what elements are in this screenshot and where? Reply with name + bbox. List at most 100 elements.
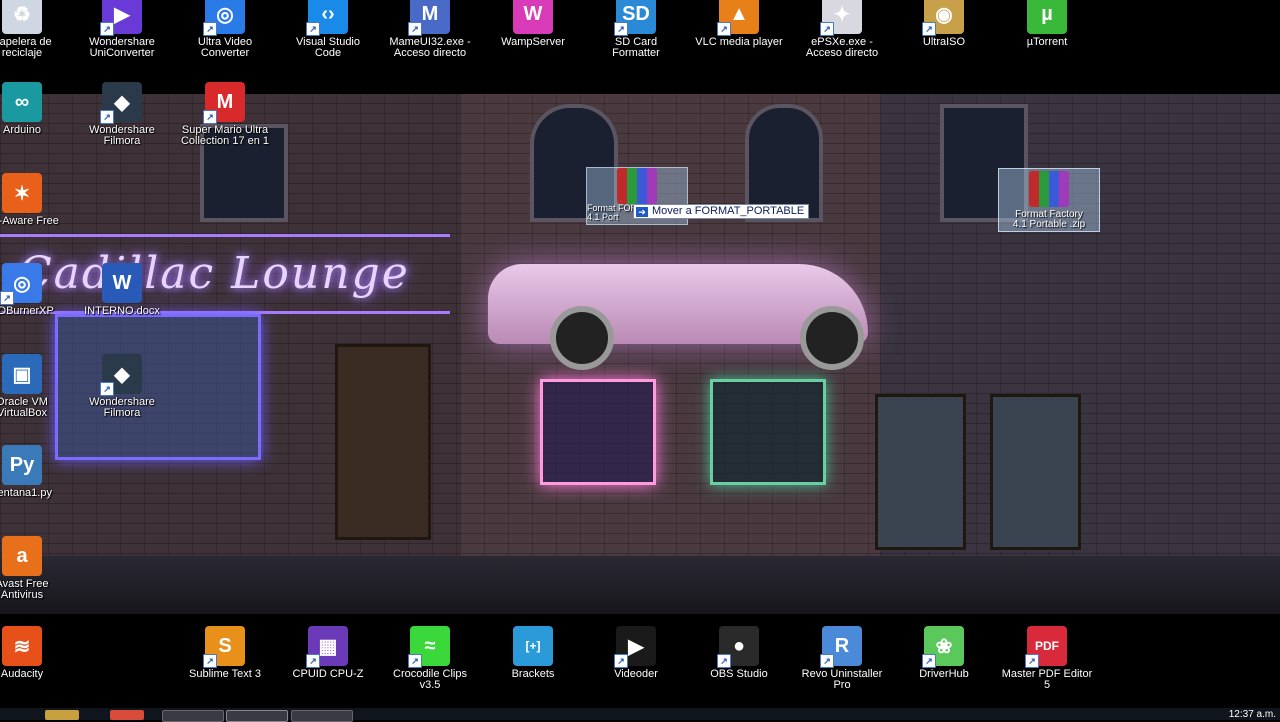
desktop-icon-epsxe[interactable]: ✦ ↗ ePSXe.exe - Acceso directo bbox=[792, 0, 892, 59]
brackets-icon: [+] bbox=[513, 626, 553, 666]
desktop-icon-obs[interactable]: ● ↗ OBS Studio bbox=[689, 626, 789, 680]
desktop-icon-revo[interactable]: R ↗ Revo Uninstaller Pro bbox=[792, 626, 892, 691]
taskbar-opera-button[interactable] bbox=[162, 710, 224, 722]
desktop-icon-filmora2[interactable]: ◆ ↗ Wondershare Filmora bbox=[72, 354, 172, 419]
winrar-archive-icon bbox=[617, 168, 657, 204]
desktop-icon-label: Sublime Text 3 bbox=[189, 668, 261, 680]
desktop-icon-label: Brackets bbox=[511, 668, 555, 680]
crocodile-icon: ≈ ↗ bbox=[408, 626, 450, 668]
uniconverter-icon: ▶ ↗ bbox=[100, 0, 142, 36]
desktop-icon-arduino[interactable]: ∞ Arduino bbox=[0, 82, 72, 136]
shortcut-arrow-icon: ↗ bbox=[614, 654, 628, 668]
desktop-icon-ultravideo[interactable]: ◎ ↗ Ultra Video Converter bbox=[175, 0, 275, 59]
vscode-icon: ‹› ↗ bbox=[306, 0, 348, 36]
desktop-icon-label: INTERNO.docx bbox=[84, 305, 160, 317]
shortcut-arrow-icon: ↗ bbox=[408, 654, 422, 668]
desktop-icon-adaware[interactable]: ✶ Ad-Aware Free bbox=[0, 173, 72, 227]
shortcut-arrow-icon: ↗ bbox=[203, 22, 217, 36]
desktop-icon-format-factory-zip[interactable]: Format Factory 4.1 Portable .zip bbox=[998, 168, 1100, 232]
taskbar-folder-button[interactable] bbox=[45, 710, 79, 720]
filmora2-icon: ◆ ↗ bbox=[100, 354, 142, 396]
utorrent-icon: µ bbox=[1027, 0, 1067, 34]
desktop-icon-recycle[interactable]: ♻Papelera de reciclaje bbox=[0, 0, 72, 59]
recycle-icon: ♻ bbox=[2, 0, 42, 34]
desktop-icon-utorrent[interactable]: µ µTorrent bbox=[997, 0, 1097, 48]
desktop-icon-burnerxp[interactable]: ◎↗CDBurnerXP bbox=[0, 263, 72, 317]
live-bands-window bbox=[540, 379, 656, 485]
arduino-icon: ∞ bbox=[2, 82, 42, 122]
move-arrow-icon: ➜ bbox=[636, 206, 648, 217]
shortcut-arrow-icon: ↗ bbox=[203, 654, 217, 668]
shortcut-arrow-icon: ↗ bbox=[0, 291, 14, 305]
winrar-archive-icon bbox=[1029, 171, 1069, 207]
virtualbox-icon: ▣ bbox=[2, 354, 42, 394]
desktop-icon-virtualbox[interactable]: ▣ Oracle VM VirtualBox bbox=[0, 354, 72, 419]
desktop-icon-label: DriverHub bbox=[919, 668, 969, 680]
door-far-right bbox=[990, 394, 1081, 550]
desktop-icon-label: SD Card Formatter bbox=[612, 36, 660, 59]
ventana-icon: Py bbox=[2, 445, 42, 485]
taskbar-chrome-button[interactable] bbox=[110, 710, 144, 720]
shortcut-arrow-icon: ↗ bbox=[717, 654, 731, 668]
desktop-icon-audacity[interactable]: ≋ Audacity bbox=[0, 626, 72, 680]
desktop-icon-label: WampServer bbox=[501, 36, 565, 48]
shortcut-arrow-icon: ↗ bbox=[203, 110, 217, 124]
masterpdf-icon: PDF ↗ bbox=[1025, 626, 1067, 668]
desktop-icon-uniconverter[interactable]: ▶ ↗ Wondershare UniConverter bbox=[72, 0, 172, 59]
selected-icon-label: Format Factory 4.1 Portable .zip bbox=[1012, 209, 1086, 230]
desktop-icon-wamp[interactable]: W WampServer bbox=[483, 0, 583, 48]
shortcut-arrow-icon: ↗ bbox=[100, 382, 114, 396]
desktop-icon-label: OBS Studio bbox=[710, 668, 768, 680]
sdcard-icon: SD ↗ bbox=[614, 0, 656, 36]
shortcut-arrow-icon: ↗ bbox=[922, 654, 936, 668]
shortcut-arrow-icon: ↗ bbox=[820, 654, 834, 668]
desktop-icon-videoder[interactable]: ▶ ↗ Videoder bbox=[586, 626, 686, 680]
desktop-icon-label: Audacity bbox=[0, 668, 44, 680]
desktop-icon-driverhub[interactable]: ❀ ↗ DriverHub bbox=[894, 626, 994, 680]
desktop-icon-interno[interactable]: W INTERNO.docx bbox=[72, 263, 172, 317]
taskbar-clock[interactable]: 12:37 a.m. bbox=[1229, 710, 1276, 720]
desktop-icon-label: VLC media player bbox=[695, 36, 783, 48]
sublime-icon: S ↗ bbox=[203, 626, 245, 668]
desktop-icon-label: Papelera de reciclaje bbox=[0, 36, 52, 59]
car-wheel-rear bbox=[800, 306, 864, 370]
wamp-icon: W bbox=[513, 0, 553, 34]
desktop-icon-vlc[interactable]: ▲ ↗ VLC media player bbox=[689, 0, 789, 48]
filmora1-icon: ◆ ↗ bbox=[100, 82, 142, 124]
car-wheel-front bbox=[550, 306, 614, 370]
vlc-icon: ▲ ↗ bbox=[717, 0, 759, 36]
taskbar-app-button[interactable] bbox=[226, 710, 288, 722]
ultraiso-icon: ◉ ↗ bbox=[922, 0, 964, 36]
desktop-icon-supermario[interactable]: M ↗ Super Mario Ultra Collection 17 en 1 bbox=[175, 82, 275, 147]
shortcut-arrow-icon: ↗ bbox=[1025, 654, 1039, 668]
desktop-icon-label: ePSXe.exe - Acceso directo bbox=[805, 36, 879, 59]
desktop-icon-label: Videoder bbox=[614, 668, 658, 680]
taskbar-obs-button[interactable] bbox=[291, 710, 353, 722]
desktop-icon-label: Avast Free Antivirus bbox=[0, 578, 49, 601]
desktop-icon-ventana[interactable]: Py ventana1.py bbox=[0, 445, 72, 499]
desktop-icon-cpuz[interactable]: ▦ ↗ CPUID CPU-Z bbox=[278, 626, 378, 680]
desktop-icon-brackets[interactable]: [+] Brackets bbox=[483, 626, 583, 680]
desktop-icon-label: Master PDF Editor 5 bbox=[1001, 668, 1093, 691]
desktop-icon-sublime[interactable]: S ↗ Sublime Text 3 bbox=[175, 626, 275, 680]
obs-icon: ● ↗ bbox=[717, 626, 759, 668]
desktop-icon-label: CDBurnerXP bbox=[0, 305, 54, 317]
desktop-icon-ultraiso[interactable]: ◉ ↗ UltraISO bbox=[894, 0, 994, 48]
desktop-icon-avast[interactable]: aAvast Free Antivirus bbox=[0, 536, 72, 601]
shortcut-arrow-icon: ↗ bbox=[408, 22, 422, 36]
desktop-icon-crocodile[interactable]: ≈ ↗ Crocodile Clips v3.5 bbox=[380, 626, 480, 691]
epsxe-icon: ✦ ↗ bbox=[820, 0, 862, 36]
desktop-icon-masterpdf[interactable]: PDF ↗ Master PDF Editor 5 bbox=[997, 626, 1097, 691]
desktop-icon-label: Ad-Aware Free bbox=[0, 215, 59, 227]
desktop-icon-label: Arduino bbox=[3, 124, 41, 136]
shortcut-arrow-icon: ↗ bbox=[100, 22, 114, 36]
patio-sign-window bbox=[710, 379, 826, 485]
desktop-icon-vscode[interactable]: ‹› ↗ Visual Studio Code bbox=[278, 0, 378, 59]
desktop[interactable]: Cadillac Lounge ♻Papelera de reciclaje▶↗… bbox=[0, 0, 1280, 720]
revo-icon: R ↗ bbox=[820, 626, 862, 668]
driverhub-icon: ❀ ↗ bbox=[922, 626, 964, 668]
interno-icon: W bbox=[102, 263, 142, 303]
desktop-icon-mameui[interactable]: M ↗ MameUI32.exe - Acceso directo bbox=[380, 0, 480, 59]
desktop-icon-filmora1[interactable]: ◆ ↗ Wondershare Filmora bbox=[72, 82, 172, 147]
desktop-icon-sdcard[interactable]: SD ↗ SD Card Formatter bbox=[586, 0, 686, 59]
